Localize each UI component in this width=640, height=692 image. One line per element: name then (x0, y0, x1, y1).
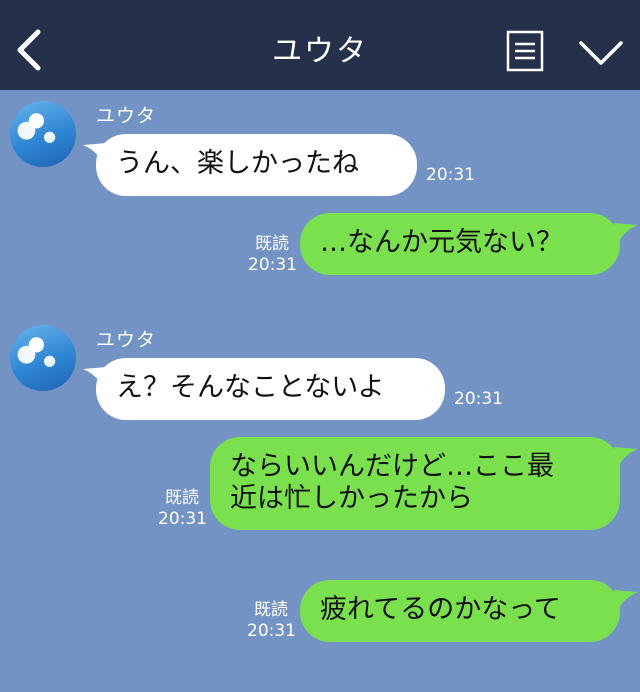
message-bubble[interactable]: うん、楽しかったね (96, 134, 417, 196)
message-time: 20:31 (158, 509, 207, 529)
chat-header: ユウタ (0, 0, 640, 90)
message-time: 20:31 (454, 389, 503, 409)
avatar[interactable] (10, 325, 76, 391)
sender-name: ユウタ (96, 105, 157, 127)
message-text: …なんか元気ない？ (320, 227, 563, 258)
expand-button[interactable] (578, 38, 624, 68)
message-bubble[interactable]: ならいいんだけど…ここ最 近は忙しかったから (210, 437, 620, 530)
message-text: うん、楽しかったね (116, 148, 359, 179)
notes-icon (506, 30, 544, 72)
read-receipt: 既読 20:31 (248, 234, 297, 276)
chevron-down-icon (579, 41, 623, 65)
message-text-line: ならいいんだけど…ここ最 (230, 451, 554, 482)
chat-title: ユウタ (272, 34, 368, 69)
message-time: 20:31 (248, 255, 297, 275)
message-text-line: 近は忙しかったから (230, 483, 473, 514)
read-label: 既読 (255, 234, 289, 254)
message-bubble[interactable]: …なんか元気ない？ (300, 213, 620, 275)
read-receipt: 既読 20:31 (247, 600, 296, 642)
read-label: 既読 (165, 488, 199, 508)
message-time: 20:31 (247, 621, 296, 641)
read-label: 既読 (254, 600, 288, 620)
read-receipt: 既読 20:31 (158, 488, 207, 530)
message-time: 20:31 (426, 165, 475, 185)
message-bubble[interactable]: え？そんなことないよ (96, 358, 445, 420)
avatar[interactable] (10, 101, 76, 167)
message-bubble[interactable]: 疲れてるのかなって (300, 580, 620, 642)
notes-button[interactable] (506, 30, 544, 74)
message-text: 疲れてるのかなって (320, 594, 561, 625)
sender-name: ユウタ (96, 329, 157, 351)
message-text: え？そんなことないよ (116, 372, 385, 403)
